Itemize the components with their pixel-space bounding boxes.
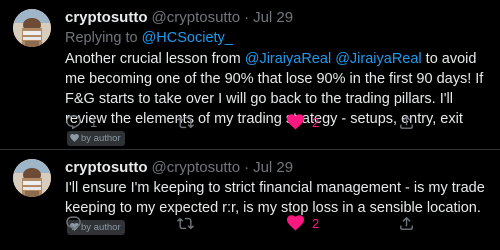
retweet-button[interactable] bbox=[177, 114, 202, 131]
separator: · bbox=[244, 159, 250, 176]
tweet[interactable]: cryptosutto @cryptosutto · Jul 29 Replyi… bbox=[0, 0, 500, 150]
author-handle[interactable]: @cryptosutto bbox=[152, 9, 241, 27]
share-button[interactable] bbox=[398, 114, 415, 131]
replying-to-mention[interactable]: @HCSociety_ bbox=[142, 30, 233, 46]
replying-to: Replying to @HCSociety_ bbox=[65, 28, 488, 48]
reply-count: 1 bbox=[90, 114, 98, 130]
retweet-button[interactable] bbox=[177, 215, 202, 232]
retweet-icon bbox=[177, 116, 194, 128]
liked-by-author-badge: by author bbox=[67, 130, 125, 146]
like-button[interactable]: 2 bbox=[287, 215, 319, 231]
author-handle[interactable]: @cryptosutto bbox=[152, 159, 241, 177]
avatar[interactable] bbox=[13, 159, 51, 197]
retweet-icon bbox=[177, 217, 194, 229]
tweet-text-part: I'll ensure I'm keeping to strict financ… bbox=[65, 180, 485, 216]
like-icon bbox=[287, 114, 304, 130]
reply-button[interactable] bbox=[65, 215, 90, 232]
like-count: 2 bbox=[312, 215, 320, 231]
share-icon bbox=[400, 115, 413, 129]
author-name[interactable]: cryptosutto bbox=[65, 9, 148, 27]
like-button[interactable]: 2 bbox=[287, 114, 319, 130]
tweet-text: Another crucial lesson from @JiraiyaReal… bbox=[65, 49, 493, 149]
tweet[interactable]: cryptosutto @cryptosutto · Jul 29 I'll e… bbox=[0, 150, 500, 250]
tweet-text: I'll ensure I'm keeping to strict financ… bbox=[65, 178, 493, 238]
like-count: 2 bbox=[312, 114, 320, 130]
reply-icon bbox=[66, 114, 81, 129]
separator: · bbox=[244, 9, 250, 26]
like-icon bbox=[287, 215, 304, 231]
mention-link[interactable]: @JiraiyaReal bbox=[245, 51, 331, 67]
reply-icon bbox=[66, 215, 81, 230]
author-name[interactable]: cryptosutto bbox=[65, 159, 148, 177]
share-button[interactable] bbox=[398, 215, 415, 232]
tweet-date[interactable]: Jul 29 bbox=[253, 9, 293, 27]
replying-to-label: Replying to bbox=[65, 30, 142, 46]
reply-button[interactable]: 1 bbox=[65, 114, 97, 131]
heart-icon bbox=[70, 134, 79, 142]
avatar[interactable] bbox=[13, 9, 51, 47]
tweet-text-part: Another crucial lesson from bbox=[65, 51, 245, 67]
badge-label: by author bbox=[81, 132, 121, 144]
mention-link[interactable]: @JiraiyaReal bbox=[335, 51, 421, 67]
tweet-date[interactable]: Jul 29 bbox=[253, 159, 293, 177]
share-icon bbox=[400, 216, 413, 230]
